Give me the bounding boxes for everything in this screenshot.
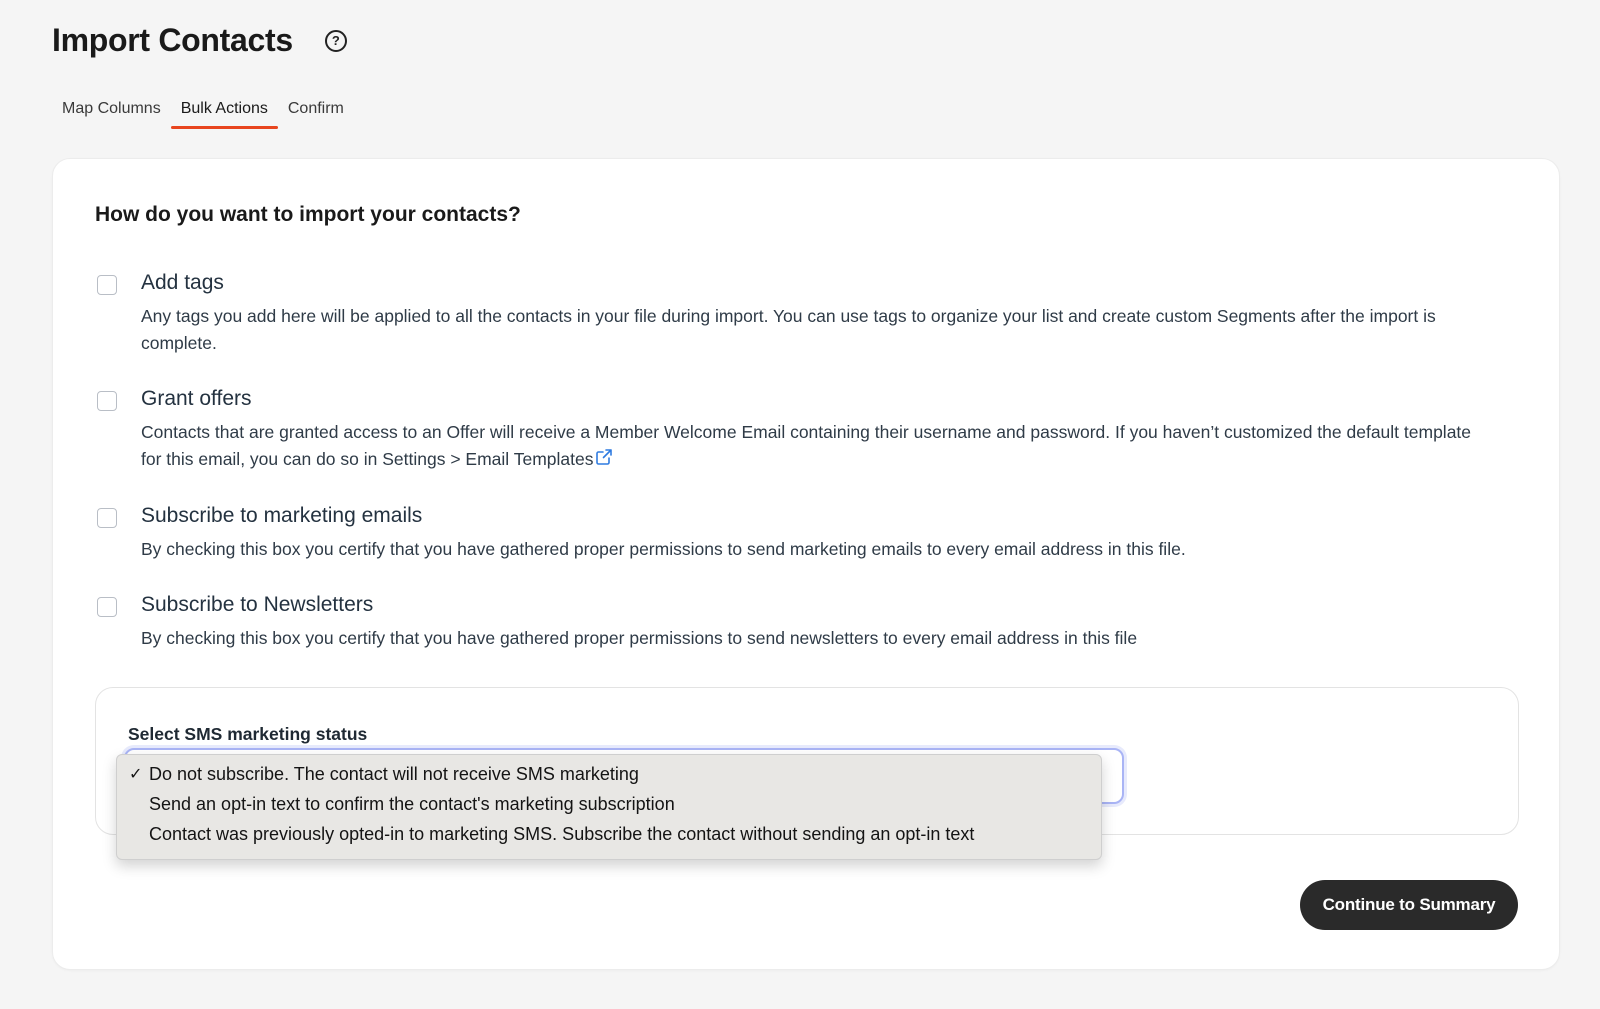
check-mark-icon: ✓ (129, 766, 143, 783)
grant-offers-description-wrap: Contacts that are granted access to an O… (141, 419, 1481, 473)
option-newsletters: Subscribe to Newsletters By checking thi… (97, 593, 1519, 652)
tab-confirm[interactable]: Confirm (278, 96, 354, 128)
question-circle-icon[interactable]: ? (324, 29, 347, 52)
dropdown-option-label: Send an opt-in text to confirm the conta… (149, 793, 675, 814)
newsletters-checkbox[interactable] (97, 597, 117, 617)
dropdown-option-label: Do not subscribe. The contact will not r… (149, 763, 639, 784)
marketing-emails-checkbox[interactable] (97, 508, 117, 528)
marketing-emails-description: By checking this box you certify that yo… (141, 539, 1186, 559)
option-marketing-emails: Subscribe to marketing emails By checkin… (97, 504, 1519, 563)
grant-offers-description: Contacts that are granted access to an O… (141, 422, 1472, 469)
marketing-emails-title: Subscribe to marketing emails (141, 504, 423, 527)
tab-map-columns[interactable]: Map Columns (52, 96, 171, 128)
option-grant-offers: Grant offers Contacts that are granted a… (97, 387, 1519, 473)
newsletters-title: Subscribe to Newsletters (141, 593, 374, 616)
dropdown-option-do-not-subscribe[interactable]: ✓ Do not subscribe. The contact will not … (117, 759, 1101, 789)
grant-offers-checkbox[interactable] (97, 391, 117, 411)
option-add-tags: Add tags Any tags you add here will be a… (97, 271, 1519, 357)
page-title: Import Contacts (52, 22, 293, 58)
dropdown-option-label: Contact was previously opted-in to marke… (149, 823, 975, 844)
add-tags-checkbox[interactable] (97, 275, 117, 295)
tab-bulk-actions[interactable]: Bulk Actions (170, 96, 279, 129)
add-tags-title: Add tags (141, 271, 224, 294)
continue-to-summary-button[interactable]: Continue to Summary (1300, 880, 1518, 930)
dropdown-option-send-opt-in[interactable]: Send an opt-in text to confirm the conta… (117, 789, 1101, 819)
external-link-icon[interactable] (595, 448, 613, 466)
add-tags-description: Any tags you add here will be applied to… (141, 306, 1436, 353)
page-header: Import Contacts ? (52, 22, 347, 59)
dropdown-option-previously-opted-in[interactable]: Contact was previously opted-in to marke… (117, 819, 1101, 849)
sms-status-dropdown-menu: ✓ Do not subscribe. The contact will not … (116, 754, 1102, 860)
grant-offers-title: Grant offers (141, 387, 252, 410)
card-heading: How do you want to import your contacts? (95, 203, 521, 226)
sms-status-label: Select SMS marketing status (128, 724, 368, 744)
step-tabs: Map Columns Bulk Actions Confirm (52, 96, 354, 129)
newsletters-description: By checking this box you certify that yo… (141, 628, 1138, 648)
